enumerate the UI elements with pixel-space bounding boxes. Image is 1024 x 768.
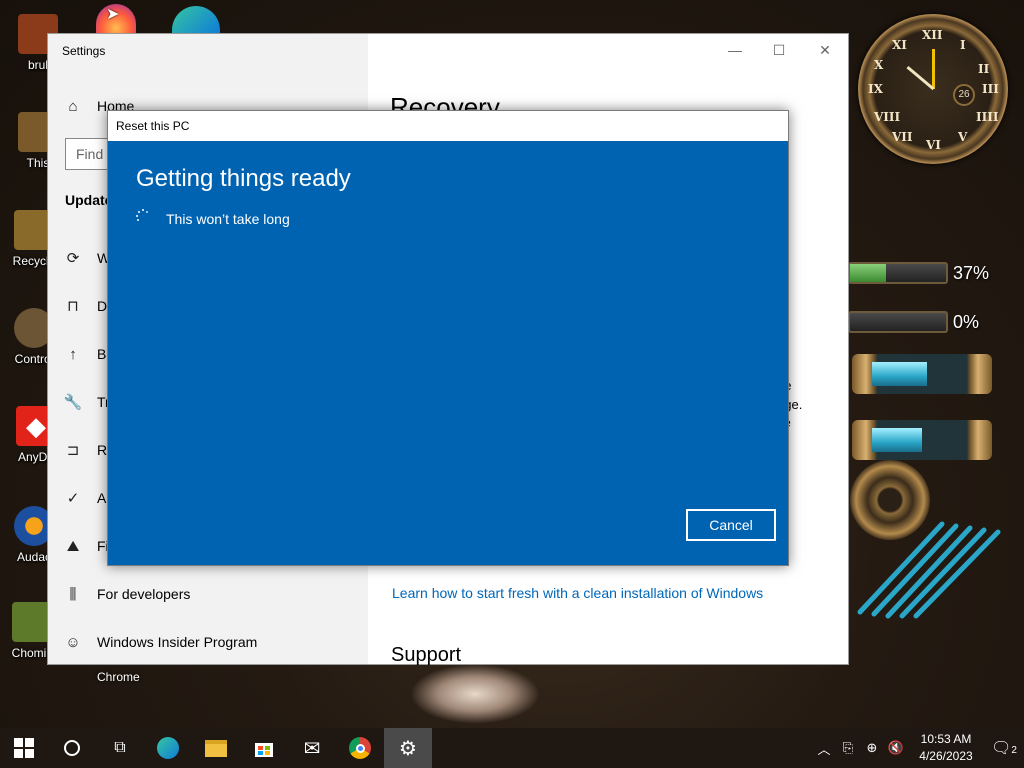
taskbar-file-explorer[interactable]	[192, 728, 240, 768]
activation-icon: ✓	[66, 490, 80, 507]
pipes-decoration	[857, 521, 1001, 619]
clock-numeral: II	[978, 62, 990, 76]
volume-muted-icon[interactable]: 🔇	[884, 740, 908, 756]
clock-numeral: VII	[892, 130, 913, 144]
clock-numeral: V	[958, 130, 968, 144]
search-button[interactable]	[48, 728, 96, 768]
notification-count: 2	[1011, 745, 1017, 756]
reset-pc-dialog: Reset this PC Getting things ready This …	[107, 110, 789, 566]
dialog-title: Reset this PC	[108, 111, 788, 141]
clock-numeral: I	[960, 38, 966, 52]
meet-now-icon[interactable]: ⎘	[836, 740, 860, 756]
cpu-gauge	[848, 262, 948, 284]
clock-numeral: XI	[892, 38, 907, 52]
notifications-button[interactable]: 🗨2	[984, 738, 1024, 758]
developer-icon: ⫼	[69, 585, 77, 603]
clock-hour-hand	[932, 49, 935, 89]
start-button[interactable]	[0, 728, 48, 768]
insider-icon: ☺	[65, 633, 81, 651]
nav-windows-update[interactable]: ⟳ W	[63, 244, 111, 272]
chevron-up-icon[interactable]: ︿	[812, 739, 836, 758]
taskbar-mail[interactable]: ✉	[288, 728, 336, 768]
dialog-heading: Getting things ready	[136, 165, 351, 192]
sync-icon: ⟳	[66, 250, 80, 267]
cpu-gauge-fill	[850, 264, 886, 282]
cpu-gauge-value: 37%	[953, 263, 990, 283]
taskbar-settings[interactable]: ⚙	[384, 728, 432, 768]
maximize-button[interactable]: ☐	[756, 40, 802, 60]
nav-troubleshoot[interactable]: 🔧 Tr	[63, 388, 110, 416]
find-device-icon: ⛰	[66, 537, 80, 555]
nav-for-developers[interactable]: ⫼ For developers	[63, 580, 191, 608]
section-heading: Update	[65, 192, 113, 208]
gear-icon: ⚙	[399, 737, 417, 760]
taskbar-chrome[interactable]	[336, 728, 384, 768]
edge-desktop-icon[interactable]	[172, 6, 220, 34]
memory-gauge	[848, 311, 948, 333]
delivery-icon: ⊓	[67, 298, 79, 315]
edge-icon	[157, 737, 179, 759]
search-circle-icon	[64, 740, 80, 756]
clock-numeral: IX	[868, 82, 883, 96]
recovery-icon: ⊐	[66, 442, 80, 459]
minimize-button[interactable]: —	[712, 40, 758, 60]
wallpaper-figure	[410, 664, 540, 724]
clock-numeral: XII	[922, 28, 943, 42]
settings-title: Settings	[62, 44, 106, 58]
dialog-subtext: This won’t take long	[166, 211, 290, 227]
clean-install-link[interactable]: Learn how to start fresh with a clean in…	[392, 585, 763, 601]
notification-icon: 🗨	[991, 740, 1012, 757]
home-icon: ⌂	[68, 97, 78, 115]
taskbar-date: 4/26/2023	[919, 749, 973, 763]
chomik-icon	[12, 602, 52, 642]
level-tube-2	[852, 420, 992, 460]
level-tube-1-liquid	[872, 362, 927, 386]
mouse-cursor-icon: ➤	[106, 6, 120, 23]
clock-numeral: VIII	[874, 110, 901, 124]
desktop-icon-chrome-label[interactable]: Chrome	[97, 670, 140, 684]
windows-logo-icon	[14, 738, 34, 758]
support-heading: Support	[391, 644, 462, 666]
clock-numeral: IIII	[976, 110, 999, 124]
clock-numeral: VI	[926, 138, 941, 152]
level-tube-2-liquid	[872, 428, 922, 452]
close-button[interactable]: ✕	[802, 40, 848, 60]
nav-label: For developers	[97, 586, 191, 602]
clock-gadget: XII I II III IIII V VI VII VIII IX X XI …	[858, 14, 1008, 164]
cancel-button[interactable]: Cancel	[686, 509, 776, 541]
wrench-icon: 🔧	[63, 394, 83, 411]
level-tube-1	[852, 354, 992, 394]
taskbar-clock[interactable]: 10:53 AM 4/26/2023	[908, 731, 984, 765]
taskbar-time: 10:53 AM	[920, 732, 972, 746]
system-tray: ︿ ⎘ ⊕ 🔇 10:53 AM 4/26/2023 🗨2	[812, 728, 1024, 768]
nav-windows-insider[interactable]: ☺ Windows Insider Program	[63, 628, 257, 656]
nav-activation[interactable]: ✓ Ac	[63, 484, 114, 512]
taskbar: ⧉ ✉ ⚙ ︿ ⎘ ⊕ 🔇 10:53 AM 4/26/2023 🗨2	[0, 728, 1024, 768]
taskbar-store[interactable]	[240, 728, 288, 768]
clock-numeral: III	[982, 82, 999, 96]
folder-icon	[205, 739, 227, 757]
nav-label: Windows Insider Program	[97, 634, 258, 650]
mail-icon: ✉	[303, 737, 321, 760]
spinner-icon	[136, 209, 150, 223]
clock-date: 26	[953, 84, 975, 106]
network-globe-icon[interactable]: ⊕	[860, 740, 884, 756]
chrome-icon	[349, 737, 371, 759]
store-icon	[255, 743, 273, 757]
clock-minute-hand	[906, 65, 935, 91]
task-view-icon: ⧉	[114, 739, 126, 756]
backup-icon: ↑	[69, 345, 77, 363]
clock-numeral: X	[874, 58, 884, 72]
memory-gauge-value: 0%	[953, 312, 980, 332]
task-view-button[interactable]: ⧉	[96, 728, 144, 768]
taskbar-edge[interactable]	[144, 728, 192, 768]
nav-find-my-device[interactable]: ⛰ Fi	[63, 532, 109, 560]
